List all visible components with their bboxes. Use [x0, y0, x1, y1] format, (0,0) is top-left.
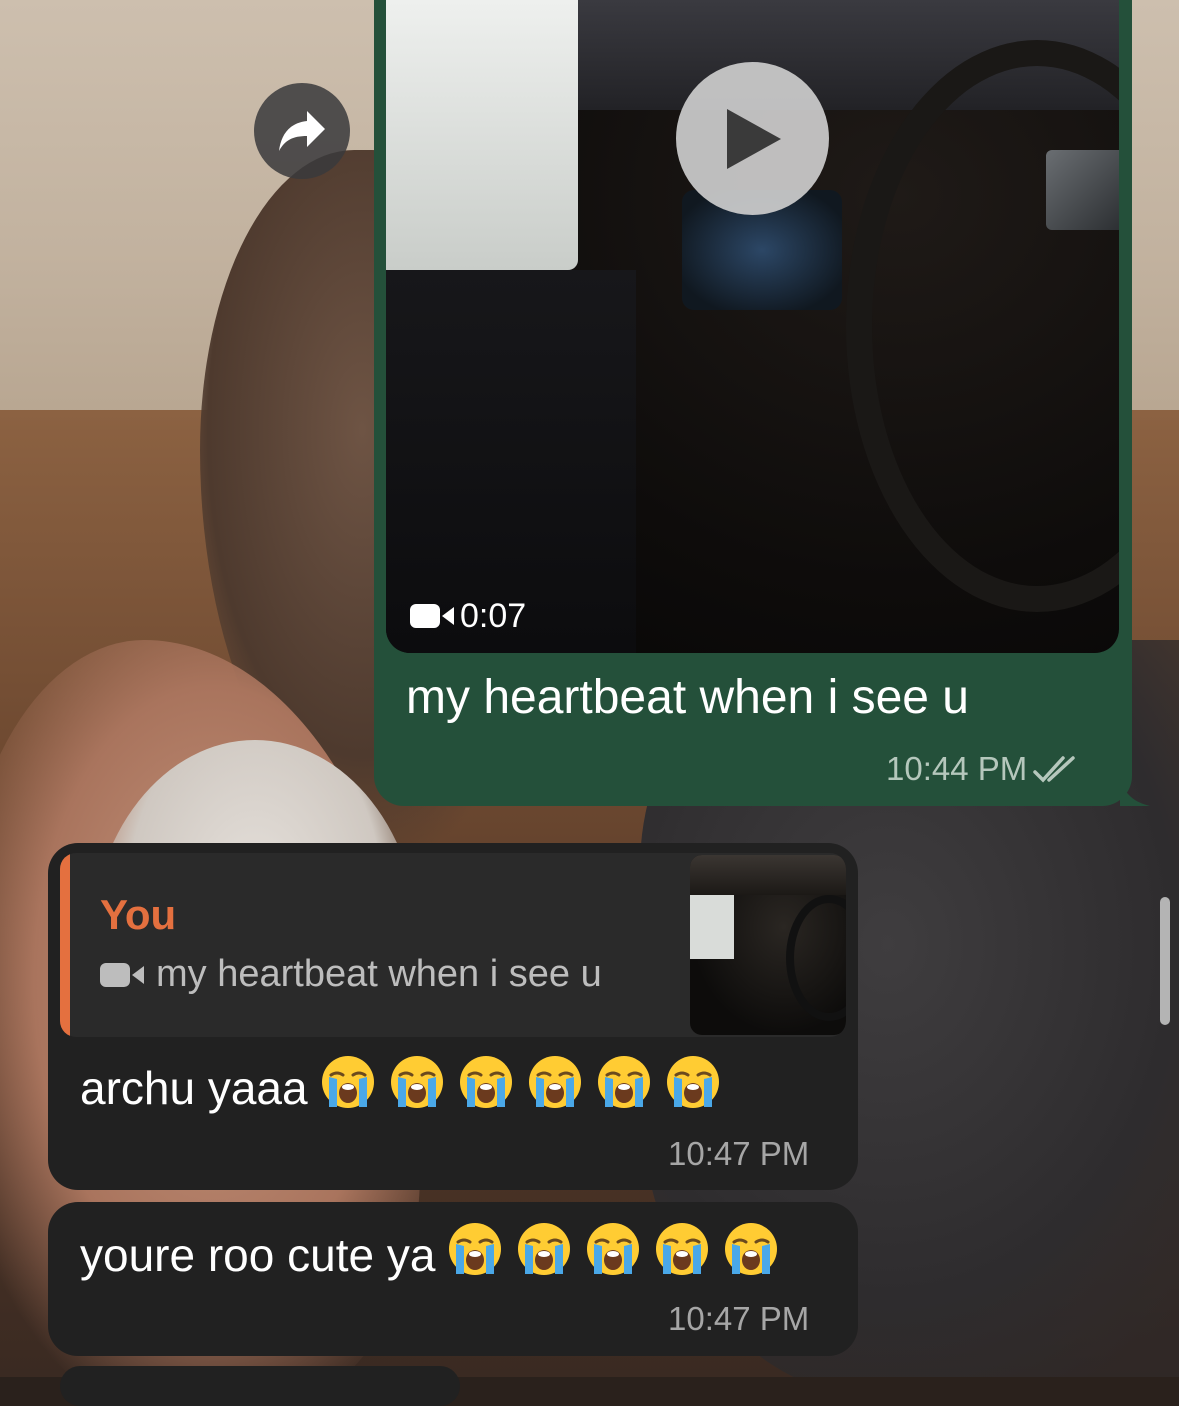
share-arrow-icon: [279, 111, 325, 151]
scrollbar[interactable]: [1160, 897, 1170, 1025]
message-text: youre roo cute ya: [80, 1220, 780, 1289]
reply-thumbnail: [690, 855, 846, 1035]
incoming-message[interactable]: You my heartbeat when i see u archu yaaa…: [48, 843, 858, 1190]
reply-preview[interactable]: You my heartbeat when i see u: [60, 853, 846, 1037]
loudly-crying-face-emoji: [653, 1220, 711, 1278]
message-text-body: archu yaaa: [80, 1061, 308, 1114]
play-button[interactable]: [676, 62, 829, 215]
message-time: 10:47 PM: [668, 1135, 810, 1172]
video-duration-text: 0:07: [460, 596, 527, 635]
incoming-message-partial[interactable]: [60, 1366, 460, 1406]
loudly-crying-face-emoji: [595, 1053, 653, 1111]
loudly-crying-face-emoji: [584, 1220, 642, 1278]
reply-text: my heartbeat when i see u: [100, 953, 602, 996]
loudly-crying-face-emoji: [526, 1053, 584, 1111]
message-time: 10:44 PM: [886, 750, 1028, 787]
emoji-row: [435, 1220, 780, 1289]
double-check-icon: [1033, 756, 1075, 783]
forward-button[interactable]: [254, 83, 350, 179]
message-text-body: youre roo cute ya: [80, 1228, 436, 1281]
reply-accent-bar: [60, 853, 70, 1037]
incoming-message[interactable]: youre roo cute ya 10:47 PM: [48, 1202, 858, 1356]
video-camera-icon: [100, 962, 144, 987]
loudly-crying-face-emoji: [388, 1053, 446, 1111]
reply-sender-name: You: [100, 891, 177, 938]
loudly-crying-face-emoji: [722, 1220, 780, 1278]
bubble-tail: [1120, 778, 1150, 806]
video-duration: 0:07: [410, 596, 526, 636]
message-time: 10:47 PM: [668, 1300, 810, 1337]
loudly-crying-face-emoji: [446, 1220, 504, 1278]
reply-snippet: my heartbeat when i see u: [156, 953, 602, 995]
loudly-crying-face-emoji: [664, 1053, 722, 1111]
video-camera-icon: [410, 604, 454, 628]
play-icon: [726, 108, 781, 169]
loudly-crying-face-emoji: [457, 1053, 515, 1111]
message-caption: my heartbeat when i see u: [406, 671, 969, 724]
loudly-crying-face-emoji: [319, 1053, 377, 1111]
loudly-crying-face-emoji: [515, 1220, 573, 1278]
emoji-row: [308, 1053, 722, 1122]
message-text: archu yaaa: [80, 1053, 722, 1122]
message-meta: 10:44 PM: [886, 750, 1079, 788]
